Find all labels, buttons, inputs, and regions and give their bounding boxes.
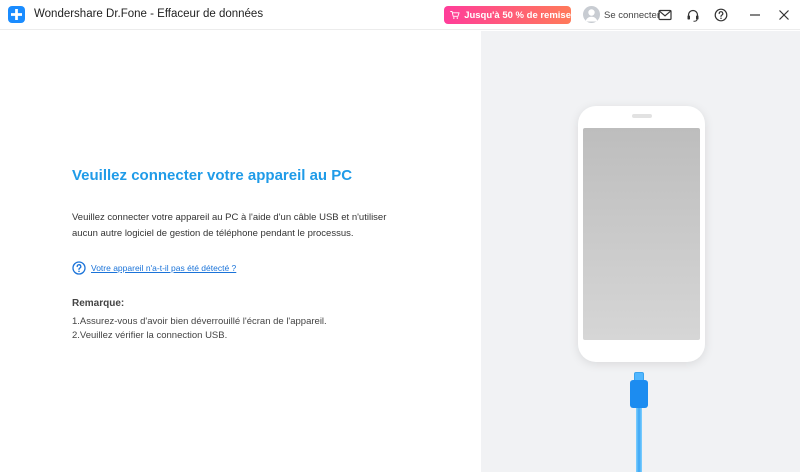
- phone-illustration: [578, 106, 705, 362]
- usb-cable-wire: [636, 408, 642, 472]
- app-title: Wondershare Dr.Fone - Effaceur de donnée…: [34, 8, 264, 20]
- remark-title: Remarque:: [72, 298, 125, 309]
- usb-cable-head: [630, 380, 648, 408]
- phone-screen: [583, 128, 700, 340]
- app-logo-icon: [8, 6, 25, 23]
- instructions-line-1: Veuillez connecter votre appareil au PC …: [72, 212, 387, 223]
- minimize-icon[interactable]: [747, 7, 763, 23]
- close-icon[interactable]: [776, 7, 792, 23]
- question-circle-icon: [72, 261, 86, 275]
- phone-speaker: [632, 114, 652, 118]
- signin-link[interactable]: Se connecter: [604, 10, 660, 21]
- remark-item: 1.Assurez-vous d'avoir bien déverrouillé…: [72, 316, 327, 327]
- cart-icon: [450, 11, 460, 19]
- headset-icon[interactable]: [685, 7, 701, 23]
- title-bar: Wondershare Dr.Fone - Effaceur de donnée…: [0, 0, 800, 30]
- device-not-detected-link[interactable]: Votre appareil n'a-t-il pas été détecté …: [91, 263, 236, 273]
- promo-button[interactable]: Jusqu'à 50 % de remise: [444, 6, 571, 24]
- page-title: Veuillez connecter votre appareil au PC: [72, 167, 353, 184]
- help-icon[interactable]: [713, 7, 729, 23]
- instructions-line-2: aucun autre logiciel de gestion de télép…: [72, 228, 354, 239]
- user-avatar-icon[interactable]: [583, 6, 600, 23]
- remark-item: 2.Veuillez vérifier la connection USB.: [72, 330, 228, 341]
- mail-icon[interactable]: [657, 7, 673, 23]
- instructions-text: Veuillez connecter votre appareil au PC …: [72, 210, 412, 242]
- promo-label: Jusqu'à 50 % de remise: [464, 9, 571, 21]
